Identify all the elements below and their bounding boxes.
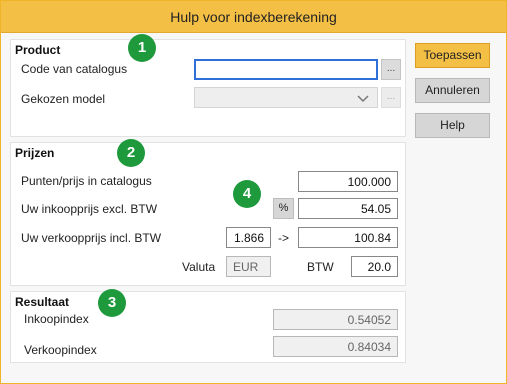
- apply-button[interactable]: Toepassen: [415, 43, 490, 68]
- purchase-price-label: Uw inkoopprijs excl. BTW: [21, 202, 158, 216]
- step-badge-2: 2: [117, 139, 145, 167]
- model-browse-button[interactable]: ...: [381, 87, 401, 108]
- currency-label: Valuta: [182, 260, 216, 274]
- arrow-label: ->: [278, 231, 290, 245]
- step-badge-1: 1: [128, 34, 156, 62]
- index-calculation-dialog: Hulp voor indexberekening Product Code v…: [0, 0, 507, 384]
- result-section-title: Resultaat: [15, 295, 70, 309]
- percent-button[interactable]: %: [273, 198, 294, 219]
- catalog-code-label: Code van catalogus: [21, 62, 128, 76]
- vat-label: BTW: [307, 260, 334, 274]
- cancel-button[interactable]: Annuleren: [415, 78, 490, 103]
- sale-index-label: Verkoopindex: [24, 343, 97, 357]
- product-section-title: Product: [15, 43, 61, 57]
- dialog-title: Hulp voor indexberekening: [170, 9, 337, 25]
- prices-section-title: Prijzen: [15, 146, 55, 160]
- chevron-down-icon: [357, 95, 369, 103]
- model-label: Gekozen model: [21, 92, 106, 106]
- sale-factor-input[interactable]: 1.866: [226, 227, 271, 248]
- sale-price-input[interactable]: 100.84: [298, 227, 398, 248]
- purchase-index-label: Inkoopindex: [24, 312, 89, 326]
- sale-price-label: Uw verkoopprijs incl. BTW: [21, 231, 162, 245]
- catalog-points-input[interactable]: 100.000: [298, 171, 398, 192]
- step-badge-4: 4: [233, 180, 261, 208]
- sale-index-field: 0.84034: [273, 336, 398, 357]
- title-bar[interactable]: Hulp voor indexberekening: [1, 1, 506, 33]
- catalog-points-label: Punten/prijs in catalogus: [21, 174, 152, 188]
- purchase-price-input[interactable]: 54.05: [298, 198, 398, 219]
- help-button[interactable]: Help: [415, 113, 490, 138]
- catalog-browse-button[interactable]: ...: [381, 59, 401, 80]
- purchase-index-field: 0.54052: [273, 309, 398, 330]
- model-select[interactable]: [194, 87, 378, 108]
- vat-input[interactable]: 20.0: [351, 256, 398, 277]
- catalog-code-input[interactable]: [194, 59, 378, 80]
- currency-field: EUR: [226, 256, 271, 277]
- step-badge-3: 3: [98, 289, 126, 317]
